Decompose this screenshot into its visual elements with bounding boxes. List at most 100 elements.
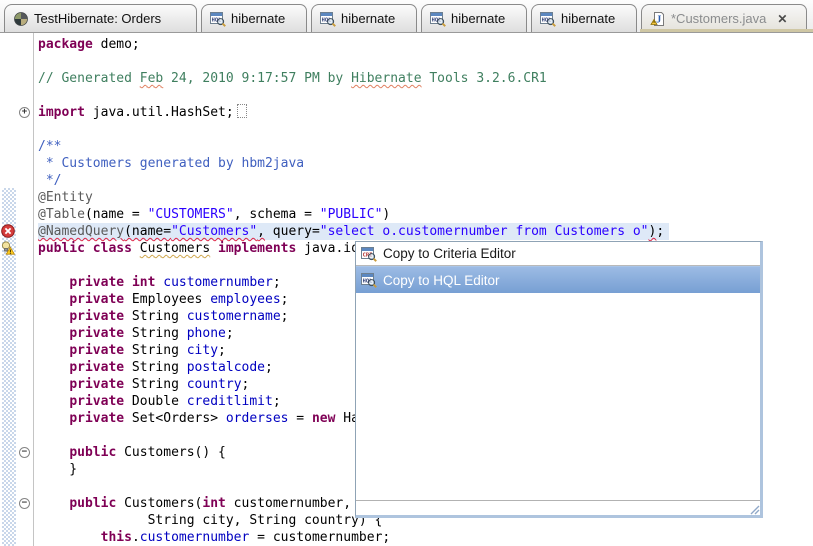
code-token: this [101, 530, 132, 545]
tab-hibernate[interactable]: HQLhibernate [201, 4, 307, 32]
code-line-2[interactable]: // Generated Feb 24, 2010 9:17:57 PM by … [38, 70, 547, 87]
code-token: , schema = [234, 207, 320, 222]
tab-label: hibernate [561, 11, 615, 26]
context-menu-items: CRI Copy to Criteria Editor HQLCopy to HQL… [356, 242, 760, 293]
code-token: (name = [85, 207, 148, 222]
code-token: customernumber [163, 275, 273, 290]
tab-hibernate[interactable]: HQL hibernate [311, 4, 417, 32]
code-token [132, 241, 140, 256]
code-token: private [69, 394, 124, 409]
code-line-19[interactable]: private String postalcode; [38, 359, 273, 376]
tab-label: *Customers.java [671, 11, 766, 26]
code-token: "select o.customernumber from Customers … [320, 224, 649, 239]
tab-hibernate[interactable]: HQLhibernate [421, 4, 527, 32]
code-token: ; [281, 309, 289, 324]
code-line-18[interactable]: private String city; [38, 342, 226, 359]
code-token: Set<Orders> [124, 411, 226, 426]
code-token: (name= [124, 224, 171, 239]
code-token: country [187, 377, 242, 392]
console-icon [13, 11, 29, 27]
code-token [38, 309, 69, 324]
code-token: query= [265, 224, 320, 239]
criteria-icon: CRI [361, 246, 377, 262]
code-token: package [38, 37, 93, 52]
tab-label: hibernate [341, 11, 395, 26]
code-token: Double [124, 394, 187, 409]
code-token: phone [187, 326, 226, 341]
bulb-warning-icon[interactable] [1, 241, 15, 255]
code-token: implements [218, 241, 296, 256]
code-token: private [69, 360, 124, 375]
code-token: "CUSTOMERS" [148, 207, 234, 222]
code-token: private [69, 275, 124, 290]
code-line-17[interactable]: private String phone; [38, 325, 234, 342]
ruler-divider [33, 33, 34, 546]
code-token: private [69, 326, 124, 341]
menu-item-copy-to-hql-editor[interactable]: HQLCopy to HQL Editor [356, 266, 760, 293]
close-icon[interactable]: ✕ [777, 13, 787, 25]
code-token: import [38, 105, 85, 120]
eclipse-editor-window: TestHibernate: Orders HQL hibernate HQL hibe… [0, 0, 813, 546]
code-line-21[interactable]: private Double creditlimit; [38, 393, 281, 410]
code-token: private [69, 411, 124, 426]
code-token: ; [265, 360, 273, 375]
code-line-14[interactable]: private int customernumber; [38, 274, 281, 291]
menu-item-copy-to-criteria-editor[interactable]: CRI Copy to Criteria Editor [356, 242, 760, 266]
code-line-9[interactable]: @Entity [38, 189, 93, 206]
code-line-25[interactable]: } [38, 461, 77, 478]
code-token: ; [242, 377, 250, 392]
resize-grip[interactable] [749, 504, 760, 515]
selected-tab-accent [640, 29, 813, 32]
code-token: String city, String country) { [38, 513, 382, 528]
fold-expand-icon[interactable]: + [19, 107, 30, 118]
code-line-0[interactable]: package demo; [38, 36, 140, 53]
code-line-4[interactable]: import java.util.HashSet; [38, 104, 247, 121]
code-line-10[interactable]: @Table(name = "CUSTOMERS", schema = "PUB… [38, 206, 390, 223]
tab--customers-java[interactable]: J*Customers.java✕ [641, 4, 807, 32]
code-line-8[interactable]: */ [38, 172, 61, 189]
code-line-16[interactable]: private String customername; [38, 308, 288, 325]
code-token: @Entity [38, 190, 93, 205]
code-token: @NamedQuery [38, 224, 124, 239]
code-token: public class [38, 241, 132, 256]
code-token: city [187, 343, 218, 358]
code-token: postalcode [187, 360, 265, 375]
code-line-28[interactable]: String city, String country) { [38, 512, 382, 529]
hql-icon: HQL [430, 11, 446, 27]
code-line-11[interactable]: @NamedQuery(name="Customers", query="sel… [38, 223, 669, 240]
tab-testhibernate-orders[interactable]: TestHibernate: Orders [4, 4, 197, 32]
menu-item-label: Copy to HQL Editor [383, 273, 500, 288]
tab-label: hibernate [231, 11, 285, 26]
error-icon[interactable] [1, 224, 15, 238]
code-token: ; [273, 394, 281, 409]
code-token: ; [281, 292, 289, 307]
code-line-6[interactable]: /** [38, 138, 61, 155]
code-token: ) [382, 207, 390, 222]
code-token: Customers [140, 241, 210, 256]
code-token [124, 275, 132, 290]
menu-item-label: Copy to Criteria Editor [383, 246, 516, 261]
code-line-15[interactable]: private Employees employees; [38, 291, 288, 308]
code-line-7[interactable]: * Customers generated by hbm2java [38, 155, 304, 172]
code-token: private [69, 377, 124, 392]
code-token: ; [218, 343, 226, 358]
code-token: = [288, 411, 311, 426]
code-line-20[interactable]: private String country; [38, 376, 249, 393]
code-token: String [124, 309, 187, 324]
code-token: Hibernate [351, 71, 421, 86]
fold-collapse-icon[interactable]: − [19, 447, 30, 458]
code-token [38, 275, 69, 290]
code-token: int [202, 496, 225, 511]
code-token: Employees [124, 292, 210, 307]
code-token [38, 360, 69, 375]
code-line-24[interactable]: public Customers() { [38, 444, 226, 461]
hql-icon: HQL [320, 11, 336, 27]
code-token [38, 394, 69, 409]
code-token: */ [38, 173, 61, 188]
collapsed-imports-marker[interactable] [237, 104, 247, 118]
hql-icon: HQL [540, 11, 556, 27]
code-line-29[interactable]: this.customernumber = customernumber; [38, 529, 390, 546]
code-token: ; [656, 224, 664, 239]
fold-collapse-icon[interactable]: − [19, 498, 30, 509]
tab-hibernate[interactable]: HQL hibernate [531, 4, 637, 32]
